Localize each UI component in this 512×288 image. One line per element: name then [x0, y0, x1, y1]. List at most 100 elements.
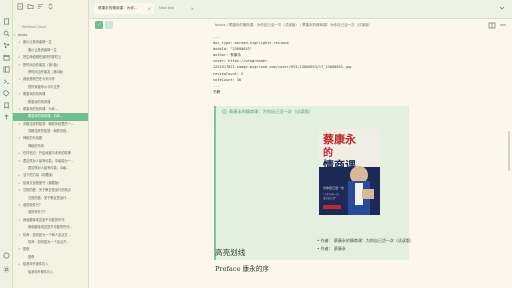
sidebar-tree-item[interactable]: ▾ 股价让投资者那一生 [13, 39, 88, 46]
sidebar-tree-item[interactable]: ▾ 君这样对人最有可能，中级能为一… [13, 158, 88, 165]
callout-title: 蔡康永的情商课：为你自己活一次（试读版） [222, 108, 313, 116]
sidebar-item-label: 谁的软件行？ [23, 202, 43, 207]
chevron-right-icon[interactable]: ▸ [19, 172, 21, 179]
more-options-icon[interactable] [499, 21, 507, 29]
chevron-right-icon[interactable]: ▸ [19, 180, 21, 187]
chevron-down-icon[interactable]: ▾ [14, 32, 16, 39]
files-icon[interactable] [3, 18, 10, 25]
sidebar-tree-item[interactable]: 股价让投资者那一生 [13, 47, 88, 54]
sidebar-tree-item[interactable]: ▾ 沉默的盘：关于教友型运行的观点 [13, 187, 88, 194]
book-info-callout[interactable]: 蔡康永的情商课：为你自己活一次（试读版） 蔡康永 的 情商课 为你自己活一次 “… [214, 106, 414, 260]
chevron-right-icon[interactable]: ▸ [19, 261, 21, 268]
sidebar-tree-item[interactable]: ▾ 蔡康永的情商课：为你… [13, 106, 88, 113]
sort-icon[interactable] [37, 3, 44, 10]
back-button[interactable]: ‹ [95, 21, 103, 29]
sidebar-item-label: 情商：如何因为一个两人这点方… [23, 232, 71, 237]
close-tab-icon[interactable]: × [191, 3, 194, 14]
sidebar-tree-item[interactable]: ▾ 谁的软件行？ [13, 202, 88, 209]
callout-list: • 作者： 蔡康永的情商课：为你自己活一次（试读版） • 作者： 蔡康永 [317, 237, 414, 253]
sidebar-tree-item[interactable]: 别好家被你从今中过梦 [13, 84, 88, 91]
sidebar-tree-item[interactable]: 夏夜 [13, 254, 88, 261]
chevron-down-icon[interactable]: ▾ [19, 91, 21, 98]
sidebar-item-label: 蔡康永的情商课：为你… [28, 114, 64, 119]
sidebar-item-label: 夏夜 [23, 247, 30, 252]
callout-book-title-item: • 作者： 蔡康永的情商课：为你自己活一次（试读版） [317, 238, 414, 243]
view-header: ‹ › books / 蔡康永的情商课：为你自己活一次（试读版） / 蔡康永的情… [89, 19, 512, 31]
chevron-down-icon[interactable]: ▾ [19, 135, 21, 142]
bookmark-icon[interactable] [3, 102, 10, 109]
chevron-down-icon[interactable]: ▾ [19, 62, 21, 69]
chevron-down-icon[interactable]: ▾ [19, 158, 21, 165]
chevron-down-icon[interactable]: ▾ [19, 39, 21, 46]
sidebar-tree-item[interactable]: ▾ 我就是嘴巴在今天中作 [13, 76, 88, 83]
callout-title-text: 蔡康永的情商课：为你自己活一次（试读版） [229, 109, 313, 114]
graph-icon[interactable] [3, 42, 10, 49]
chevron-right-icon[interactable]: ▸ [19, 54, 21, 61]
sidebar-item-label: 蔡康永的情商课 [28, 99, 51, 104]
help-icon[interactable] [3, 252, 10, 259]
chevron-down-icon[interactable]: ▾ [19, 232, 21, 239]
sidebar-tree-item[interactable]: 沉默的盘：关于教友型运行… [13, 195, 88, 202]
calendar-icon[interactable] [3, 54, 10, 61]
command-icon[interactable] [3, 78, 10, 85]
settings-icon[interactable] [3, 266, 10, 273]
chevron-down-icon[interactable]: ▾ [19, 202, 21, 209]
collapse-all-icon[interactable] [47, 3, 54, 10]
search-icon[interactable] [3, 30, 10, 37]
tab-list-menu-icon[interactable] [498, 4, 506, 12]
tag-icon[interactable] [3, 90, 10, 97]
sidebar-item-label: 别好家被你从今中过梦 [28, 84, 60, 89]
reading-mode-icon[interactable] [488, 21, 496, 29]
sidebar-tree-item[interactable]: ▸ 在村帖记：开启深度与未来的精神 [13, 150, 88, 157]
sidebar-item-label: 苏格拉底的智慧：朝宾系统里的一… [23, 121, 74, 126]
sidebar-tree-item[interactable]: ▾ books [13, 32, 88, 39]
sidebar-tree-item[interactable]: 君这样对人最有可能，中级… [13, 165, 88, 172]
svg-text:请为自己活”: 请为自己活” [323, 196, 337, 200]
tab-new[interactable]: New tab × [155, 3, 197, 14]
sidebar-tree-item[interactable]: 谁的软件行？ [13, 209, 88, 216]
sidebar-tree-item[interactable]: ▾ 情商：如何因为一个两人这点方… [13, 232, 88, 239]
chevron-down-icon[interactable]: ▾ [19, 121, 21, 128]
sidebar-tree-item[interactable]: ▾ 蔡康永的情商课 [13, 91, 88, 98]
chevron-down-icon[interactable]: ▾ [19, 246, 21, 253]
close-tab-icon[interactable]: × [148, 3, 151, 14]
chevron-down-icon[interactable]: ▾ [19, 217, 21, 224]
chevron-down-icon[interactable]: ▾ [19, 106, 21, 113]
sidebar-tree-item[interactable]: 给我年外那件约入 [13, 269, 88, 276]
sidebar-tree-item[interactable]: ▸ 当下的力量（珍藏版） [13, 172, 88, 179]
sidebar-tree-item[interactable]: 我就翻译成这是不可能的时代… [13, 224, 88, 231]
sidebar-tree-item[interactable]: ▸ 给我年外那件约入 [13, 261, 88, 268]
sidebar-item-label: 情商：如何因为一个这点方… [28, 239, 70, 244]
editor-pane[interactable]: --- doc_type: weread-highlights-reviews … [89, 31, 512, 288]
sidebar-tree-item[interactable]: ▾ 我就翻译成这是不可能的时代 [13, 217, 88, 224]
sidebar-tree-item[interactable]: ▾ 把时间当作朋友（第3版） [13, 62, 88, 69]
sidebar-item-label: 我就翻译成这是不可能的时代 [23, 217, 65, 222]
sidebar-tree-item[interactable]: 苏格拉底的智慧：朝宾系统… [13, 128, 88, 135]
template-icon[interactable] [3, 66, 10, 73]
new-note-icon[interactable] [17, 3, 24, 10]
tab-book-note[interactable]: 蔡康永的情商课：为你… × [94, 3, 154, 14]
sidebar-tree-item[interactable]: 情商：如何因为一个这点方… [13, 239, 88, 246]
file-tree: ▾ books ▾ 股价让投资者那一生 股价让投资者那一生 ▸ 把生命值赚在最好的零时上 ▾ 把… [13, 32, 88, 276]
sidebar-tree-item[interactable]: ▾ 苏格拉底的智慧：朝宾系统里的一… [13, 121, 88, 128]
sidebar-tree-item[interactable]: 神秘的马戏 [13, 143, 88, 150]
sidebar-tree-item[interactable]: ▸ 给我文化程度书（典藏版） [13, 180, 88, 187]
sidebar-item-label: 神秘的马戏团 [23, 136, 43, 141]
sidebar-tree-item[interactable]: 蔡康永的情商课：为你… [13, 113, 88, 121]
sidebar-tree-item[interactable]: ▾ 神秘的马戏团 [13, 135, 88, 142]
sidebar-tree-item[interactable]: ▸ 把生命值赚在最好的零时上 [13, 54, 88, 61]
chevron-right-icon[interactable]: ▸ [19, 150, 21, 157]
sidebar-tree-item[interactable]: ▾ 夏夜 [13, 246, 88, 253]
frontmatter-block[interactable]: --- doc_type: weread-highlights-reviews … [213, 34, 413, 95]
editor-scrollbar[interactable] [508, 131, 510, 171]
info-icon [222, 109, 227, 114]
chevron-down-icon[interactable]: ▾ [19, 187, 21, 194]
new-folder-icon[interactable] [27, 3, 34, 10]
sidebar-tree-item[interactable]: 蔡康永的情商课 [13, 99, 88, 106]
forward-button[interactable]: › [105, 21, 113, 29]
sidebar-item-label: 苏格拉底的智慧：朝宾系统… [28, 129, 70, 134]
sidebar-tree-item[interactable]: 把时间当作朋友（第3版） [13, 69, 88, 76]
publish-icon[interactable] [3, 114, 10, 121]
sidebar-item-label: 在村帖记：开启深度与未来的精神 [23, 151, 71, 156]
chevron-down-icon[interactable]: ▾ [19, 76, 21, 83]
